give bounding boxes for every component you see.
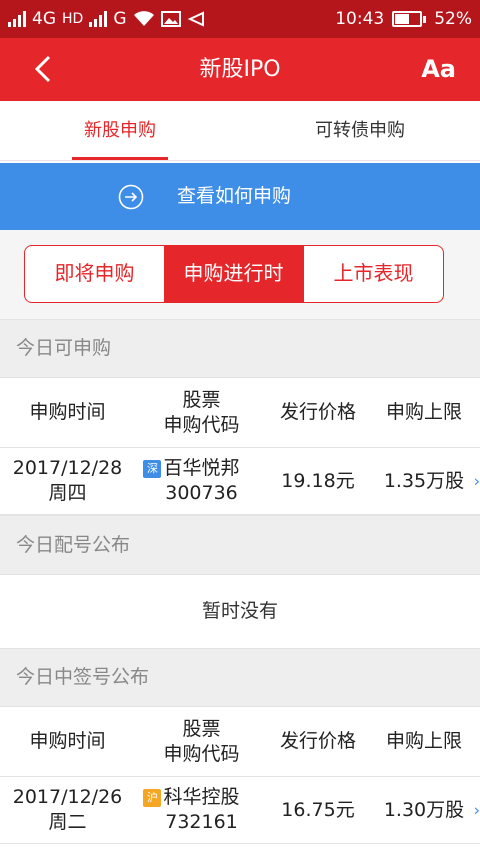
col-header-stock-label: 股票	[182, 717, 221, 740]
arrow-circle-right-icon	[118, 184, 144, 210]
table-row[interactable]: 2017/12/28 周四 深 百华悦邦 300736 19.18元 1.35万…	[0, 448, 480, 515]
battery-icon	[392, 11, 427, 27]
row-date: 2017/12/26	[12, 786, 123, 809]
col-header-price: 发行价格	[279, 401, 356, 424]
cast-icon	[187, 11, 204, 27]
row-stock-cell: 深 百华悦邦 300736	[135, 448, 268, 514]
row-weekday: 周二	[48, 811, 87, 833]
row-date-cell: 2017/12/28 周四	[0, 448, 135, 514]
col-header-limit: 申购上限	[385, 401, 462, 424]
empty-state: 暂时没有	[0, 575, 480, 648]
app-header: 新股IPO Aa	[0, 38, 480, 101]
col-header-code-label: 申购代码	[163, 413, 240, 436]
col-header-date: 申购时间	[29, 730, 106, 753]
row-limit: 1.30万股	[383, 798, 465, 821]
section-today-allot: 今日配号公布	[0, 515, 480, 575]
section-today-subscribe: 今日可申购	[0, 319, 480, 378]
row-stock-code: 300736	[165, 482, 238, 504]
col-header-date: 申购时间	[29, 401, 106, 424]
col-header-limit: 申购上限	[385, 730, 462, 753]
how-to-subscribe-banner[interactable]: 查看如何申购	[0, 163, 480, 230]
col-header-stock: 股票 申购代码	[135, 378, 268, 447]
chevron-left-icon	[34, 55, 51, 83]
row-stock-name: 百华悦邦	[163, 457, 240, 480]
network-type-1: 4G	[32, 9, 56, 29]
row-stock-name: 科华控股	[163, 786, 240, 809]
chevron-right-icon: ›	[473, 471, 480, 491]
page-title: 新股IPO	[199, 57, 281, 82]
banner-label: 查看如何申购	[177, 185, 292, 207]
chevron-right-icon: ›	[473, 800, 480, 820]
table-header-row: 申购时间 股票 申购代码 发行价格 申购上限	[0, 378, 480, 448]
col-header-price: 发行价格	[279, 730, 356, 753]
row-stock-cell: 沪 科华控股 732161	[135, 777, 268, 843]
segment-in-progress[interactable]: 申购进行时	[164, 246, 303, 302]
battery-percent: 52%	[434, 9, 472, 29]
status-time: 10:43	[335, 9, 385, 29]
table-row[interactable]: 2017/12/26 周二 沪 科华控股 732161 16.75元 1.30万…	[0, 777, 480, 844]
network-hd: HD	[62, 11, 84, 27]
tab-ipo-subscribe[interactable]: 新股申购	[0, 101, 240, 160]
today-lottery-table: 申购时间 股票 申购代码 发行价格 申购上限 2017/12/26 周二 沪 科…	[0, 707, 480, 844]
section-today-lottery: 今日中签号公布	[0, 648, 480, 707]
row-date-cell: 2017/12/26 周二	[0, 777, 135, 843]
row-limit: 1.35万股	[383, 469, 465, 492]
row-price: 16.75元	[281, 798, 355, 821]
today-subscribe-table: 申购时间 股票 申购代码 发行价格 申购上限 2017/12/28 周四 深 百…	[0, 378, 480, 515]
market-badge: 沪	[143, 788, 162, 807]
image-icon	[160, 11, 181, 27]
top-tabs: 新股申购 可转债申购	[0, 101, 480, 161]
row-weekday: 周四	[48, 482, 87, 504]
segment-area: 即将申购 申购进行时 上市表现	[0, 230, 480, 319]
row-stock-code: 732161	[165, 811, 238, 833]
segmented-control: 即将申购 申购进行时 上市表现	[24, 245, 444, 303]
col-header-code-label: 申购代码	[163, 742, 240, 765]
back-button[interactable]	[28, 52, 58, 86]
segment-listing-performance[interactable]: 上市表现	[303, 246, 443, 302]
tab-convertible-bond[interactable]: 可转债申购	[240, 101, 480, 160]
wifi-icon	[133, 11, 154, 26]
row-date: 2017/12/28	[12, 457, 123, 480]
segment-upcoming[interactable]: 即将申购	[25, 246, 164, 302]
row-price: 19.18元	[281, 469, 355, 492]
market-badge: 深	[143, 459, 162, 478]
status-bar: 4G HD G 10:43 52%	[0, 0, 480, 38]
network-type-2: G	[113, 9, 127, 29]
col-header-stock: 股票 申购代码	[135, 707, 268, 776]
signal-icon-2	[89, 11, 108, 27]
font-size-button[interactable]: Aa	[421, 38, 456, 101]
signal-icon	[8, 11, 26, 27]
table-header-row: 申购时间 股票 申购代码 发行价格 申购上限	[0, 707, 480, 777]
col-header-stock-label: 股票	[182, 388, 221, 411]
